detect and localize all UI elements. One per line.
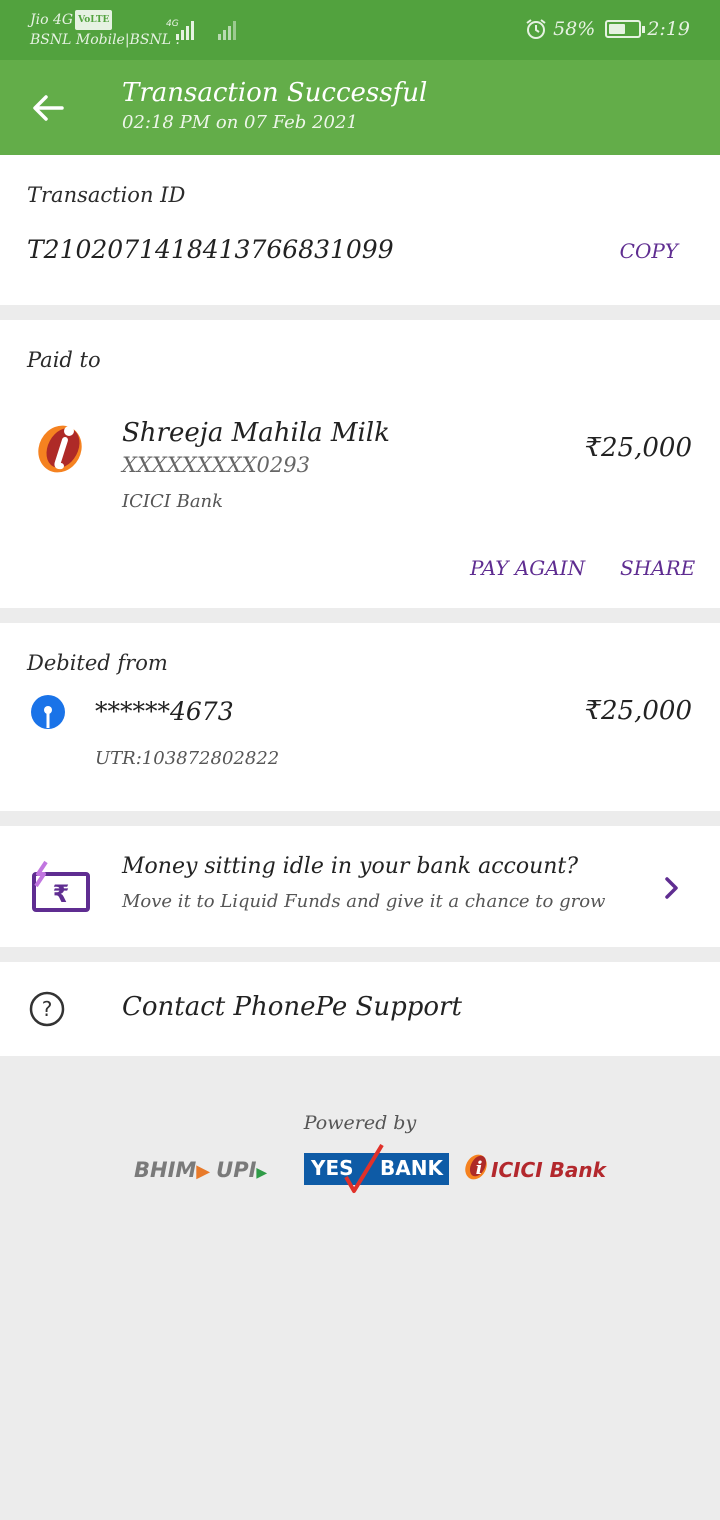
carrier-info: Jio 4G VoLTE BSNL Mobile|BSNL . [30,10,180,50]
powered-by-label: Powered by [303,1112,417,1134]
copy-button[interactable]: COPY [620,239,678,263]
icici-bank-text: ICICI Bank [491,1158,606,1182]
payee-account: XXXXXXXXX0293 [122,453,310,477]
icici-footer-icon: i [465,1154,487,1180]
contact-support-row[interactable]: ? Contact PhonePe Support [0,962,720,1056]
page-subtitle: 02:18 PM on 07 Feb 2021 [122,112,358,133]
debited-amount: ₹25,000 [584,696,692,726]
upi-text: UPI [216,1158,257,1182]
help-icon: ? [29,991,65,1027]
battery-percent: 58% [553,18,596,40]
chevron-right-icon [665,877,678,899]
icici-bank-logo: i ICICI Bank [463,1150,613,1184]
paid-to-card: Paid to Shreeja Mahila Milk XXXXXXXXX029… [0,320,720,608]
transaction-id-label: Transaction ID [27,183,186,207]
network-type: 4G [166,19,179,29]
page-title: Transaction Successful [122,78,428,108]
payee-name: Shreeja Mahila Milk [122,418,390,448]
promo-title: Money sitting idle in your bank account? [122,854,579,879]
promo-rupee-glyph: ₹ [53,880,70,908]
promo-subtitle: Move it to Liquid Funds and give it a ch… [122,891,606,912]
paid-amount: ₹25,000 [584,433,692,463]
paid-to-label: Paid to [27,348,101,372]
clock: 2:19 [647,18,690,40]
wallet-rupee-icon: ₹ [32,860,90,912]
debited-from-card: Debited from ******4673 UTR:103872802822… [0,623,720,811]
utr-number: UTR:103872802822 [95,748,280,769]
signal-icon: 4G [166,19,236,40]
app-bar: Transaction Successful 02:18 PM on 07 Fe… [0,60,720,155]
back-arrow-icon[interactable] [30,90,66,126]
share-button[interactable]: SHARE [620,556,695,580]
status-right: 58% 2:19 [525,18,690,40]
yes-bank-logo: YES BANK [304,1143,449,1193]
contact-support-label: Contact PhonePe Support [122,992,462,1022]
icici-footer-glyph: i [476,1158,483,1179]
carrier-line1: Jio 4G [30,12,74,28]
debited-from-label: Debited from [27,651,168,675]
carrier-line2: BSNL Mobile|BSNL . [30,32,180,48]
yes-bank-tick-icon [344,1143,384,1193]
pay-again-button[interactable]: PAY AGAIN [470,556,585,580]
transaction-id-card: Transaction ID T2102071418413766831099 C… [0,155,720,305]
volte-badge: VoLTE [75,10,113,30]
bhim-text: BHIM [134,1158,197,1182]
bank-text: BANK [380,1156,443,1180]
alarm-icon [526,19,546,39]
status-bar: Jio 4G VoLTE BSNL Mobile|BSNL . 4G 58% 2:… [0,0,720,60]
debit-account: ******4673 [95,697,234,726]
liquid-funds-promo[interactable]: ₹ Money sitting idle in your bank accoun… [0,826,720,947]
battery-icon [605,20,646,38]
transaction-id-value: T2102071418413766831099 [27,235,394,264]
help-glyph: ? [42,997,53,1021]
sbi-logo-icon [31,695,65,729]
bhim-upi-logo: BHIM▶ UPI▶ [134,1158,268,1182]
icici-logo-icon [38,425,82,473]
payee-bank: ICICI Bank [122,491,224,512]
